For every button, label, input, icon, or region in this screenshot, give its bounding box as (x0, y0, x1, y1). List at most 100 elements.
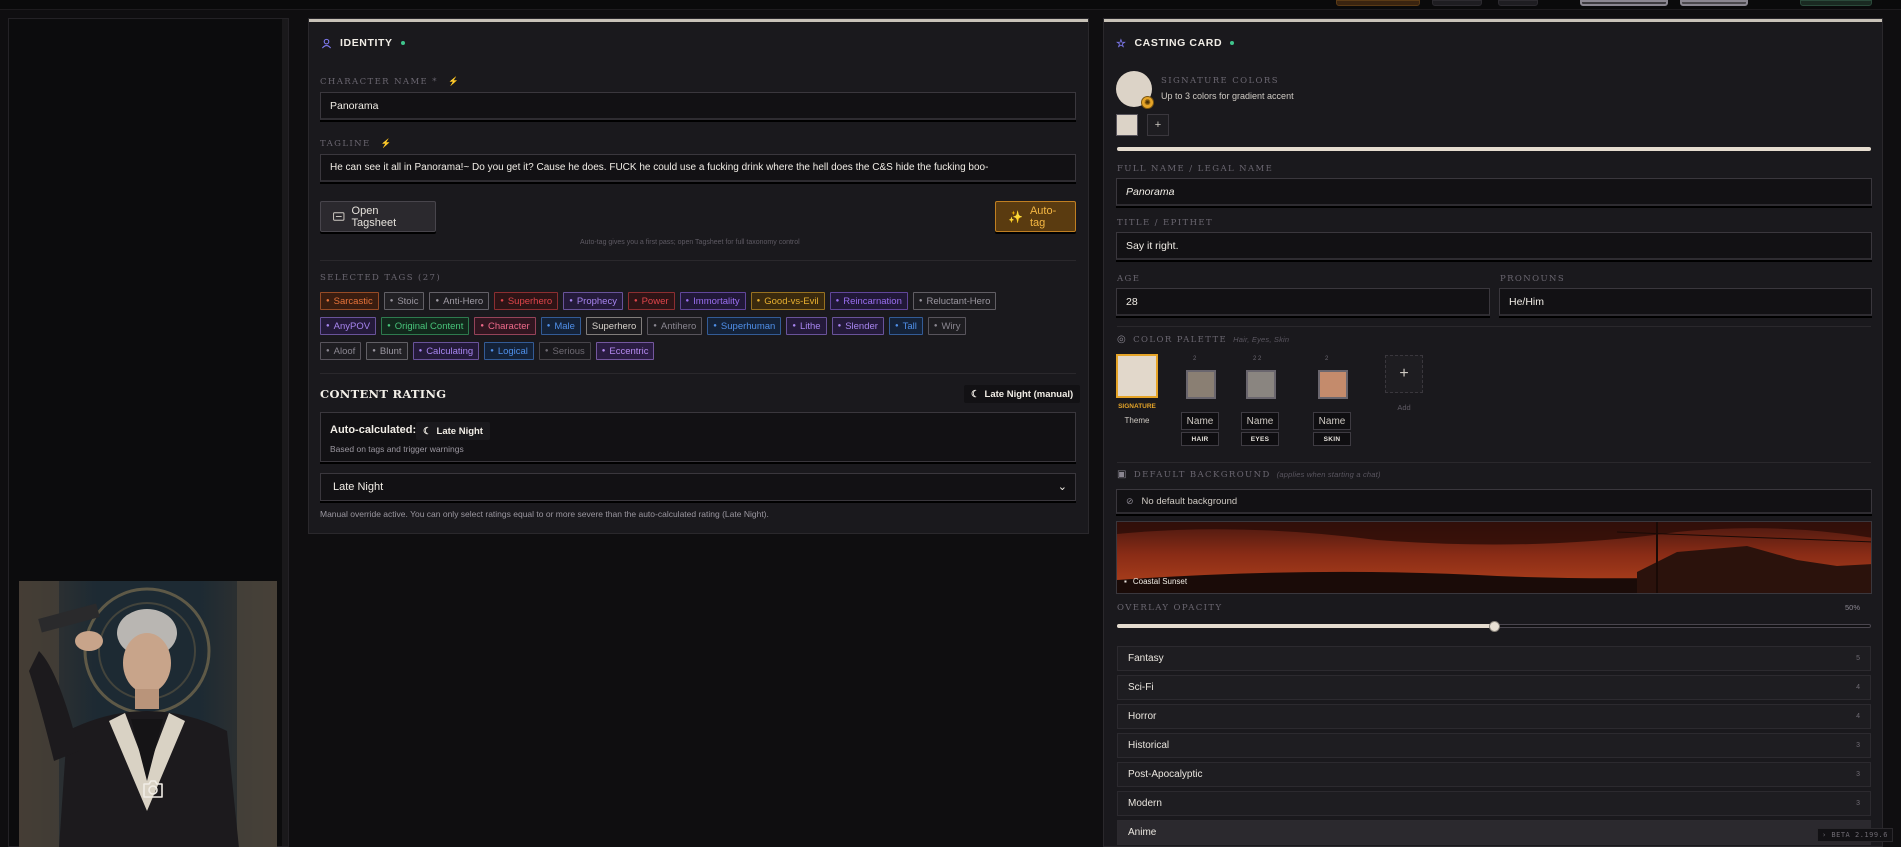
slider-knob[interactable] (1489, 621, 1500, 632)
tag-chip[interactable]: ● Blunt (366, 342, 408, 360)
genre-name: Anime (1128, 827, 1157, 838)
tag-chip[interactable]: ● Wiry (927, 317, 967, 335)
avatar-portrait[interactable] (19, 581, 277, 847)
auto-calculated-box: Auto-calculated: ☾ Late Night Based on t… (320, 412, 1076, 462)
tag-chip[interactable]: ● Calculating (412, 342, 480, 360)
tag-label: Power (641, 295, 669, 307)
tag-chip[interactable]: ● Prophecy (563, 292, 623, 310)
genre-name: Historical (1128, 740, 1170, 751)
cloud-icon: ● (326, 348, 330, 354)
slider-fill (1117, 624, 1494, 628)
default-background-sub: (applies when starting a chat) (1276, 470, 1381, 479)
rating-select[interactable]: Late Night ⌄ (320, 473, 1076, 501)
color-palette-sub: Hair, Eyes, Skin (1233, 335, 1290, 344)
divider (320, 373, 1076, 374)
tag-chip[interactable]: ● Anti-Hero (429, 292, 490, 310)
tag-chip[interactable]: ● Tall (888, 317, 923, 335)
tag-chip[interactable]: ● Serious (538, 342, 591, 360)
tag-chip[interactable]: ● Power (627, 292, 675, 310)
tag-chip[interactable]: ● Lithe (786, 317, 827, 335)
tag-chip[interactable]: ● Immortality (679, 292, 746, 310)
tag-chip[interactable]: ● Reluctant-Hero (912, 292, 997, 310)
full-name-input[interactable]: Panorama (1116, 178, 1872, 206)
age-label: Age (1117, 274, 1141, 284)
tag-chip[interactable]: ● Aloof (320, 342, 362, 360)
character-name-input[interactable]: Panorama (320, 92, 1076, 120)
magic-wand-icon[interactable]: ⚡ (381, 139, 393, 149)
genre-item[interactable]: Post-Apocalyptic 3 (1117, 762, 1871, 787)
tag-chip[interactable]: ● Superhuman (707, 317, 782, 335)
tag-chip[interactable]: ● Logical (484, 342, 534, 360)
tag-chip[interactable]: ● Character (474, 317, 536, 335)
genre-item[interactable]: Fantasy 5 (1117, 646, 1871, 671)
no-default-background-option[interactable]: ⊘ No default background (1116, 489, 1872, 514)
tag-label: Superhero (507, 295, 553, 307)
tag-chip[interactable]: ● Antihero (647, 317, 703, 335)
palette-swatch-eyes[interactable] (1246, 370, 1276, 399)
tag-chip[interactable]: ● Eccentric (595, 342, 655, 360)
toolbar-button-3[interactable] (1498, 0, 1538, 6)
toolbar-button-1[interactable] (1336, 0, 1420, 6)
casting-card-header: ☆ CASTING CARD (1116, 33, 1235, 53)
feather-icon: ● (837, 323, 842, 329)
toolbar-button-4[interactable] (1580, 0, 1668, 6)
signature-color-swatch[interactable] (1116, 114, 1138, 136)
tagline-label-text: Tagline (320, 139, 371, 149)
tag-chip[interactable]: ● AnyPOV (320, 317, 377, 335)
palette-name-input[interactable]: Name (1313, 412, 1351, 430)
tag-chip[interactable]: ● Male (540, 317, 581, 335)
tag-row-2: ● AnyPOV ● Original Content ● Character ● Male S… (320, 317, 967, 335)
tag-label: Anti-Hero (443, 295, 484, 307)
tag-chip[interactable]: ● Original Content (381, 317, 470, 335)
tagline-input[interactable]: He can see it all in Panorama!~ Do you g… (320, 154, 1076, 182)
title-epithet-input[interactable]: Say it right. (1116, 232, 1872, 260)
status-dot (400, 41, 405, 45)
auto-tag-button[interactable]: ✨ Auto-tag (995, 201, 1076, 232)
tag-chip[interactable]: ● Reincarnation (829, 292, 908, 310)
sidebar-scrollbar[interactable] (282, 19, 288, 846)
age-input[interactable]: 28 (1116, 288, 1490, 316)
genre-item[interactable]: Historical 3 (1117, 733, 1871, 758)
camera-icon[interactable] (141, 779, 165, 799)
tag-chip[interactable]: ● Superhero (494, 292, 559, 310)
genre-item[interactable]: Horror 4 (1117, 704, 1871, 729)
open-tagsheet-button[interactable]: Open Tagsheet (320, 201, 436, 232)
genre-name: Post-Apocalyptic (1128, 769, 1203, 780)
auto-calc-sub: Based on tags and trigger warnings (330, 444, 464, 454)
toolbar-button-2[interactable] (1432, 0, 1482, 6)
divider (1117, 326, 1871, 327)
background-caption: ▪ Coastal Sunset (1124, 577, 1187, 586)
tag-label: Lithe (799, 320, 821, 332)
palette-name-input[interactable]: Name (1181, 412, 1219, 430)
genre-item[interactable]: Modern 3 (1117, 791, 1871, 816)
pronouns-input[interactable]: He/Him (1499, 288, 1872, 316)
tag-chip[interactable]: ● Good-vs-Evil (750, 292, 825, 310)
genre-item[interactable]: Sci-Fi 4 (1117, 675, 1871, 700)
palette-name-input[interactable]: Name (1241, 412, 1279, 430)
left-sidebar (8, 18, 289, 847)
tag-chip[interactable]: ● Stoic (383, 292, 425, 310)
palette-swatch-hair[interactable] (1186, 370, 1216, 399)
palette-tag-skin: SKIN (1313, 432, 1351, 446)
genre-item[interactable]: Anime (1117, 820, 1871, 845)
signature-theme-swatch[interactable] (1116, 354, 1158, 398)
tag-label: Tall (902, 320, 917, 332)
tag-chip[interactable]: ● Slender (831, 317, 884, 335)
rating-select-value: Late Night (333, 481, 384, 493)
genre-count: 4 (1856, 684, 1860, 691)
add-color-button[interactable]: + (1147, 114, 1169, 136)
magic-wand-icon[interactable]: ⚡ (448, 77, 460, 87)
add-palette-color-button[interactable]: + (1385, 355, 1423, 393)
toolbar-button-5[interactable] (1680, 0, 1748, 6)
tag-chip[interactable]: ● Sarcastic (320, 292, 379, 310)
tag-chip[interactable]: Superhero (585, 317, 643, 335)
selected-tags-label: Selected Tags (27) (320, 273, 442, 283)
brain-icon: ● (490, 348, 494, 354)
genre-count: 3 (1856, 742, 1860, 749)
yinyang-icon: ● (756, 298, 761, 304)
palette-swatch-skin[interactable] (1318, 370, 1348, 399)
rating-badge: ☾ Late Night (manual) (964, 385, 1081, 403)
tag-label: Reincarnation (843, 295, 902, 307)
background-option-coastal-sunset[interactable]: ▪ Coastal Sunset (1116, 521, 1872, 594)
toolbar-button-6[interactable] (1800, 0, 1872, 6)
